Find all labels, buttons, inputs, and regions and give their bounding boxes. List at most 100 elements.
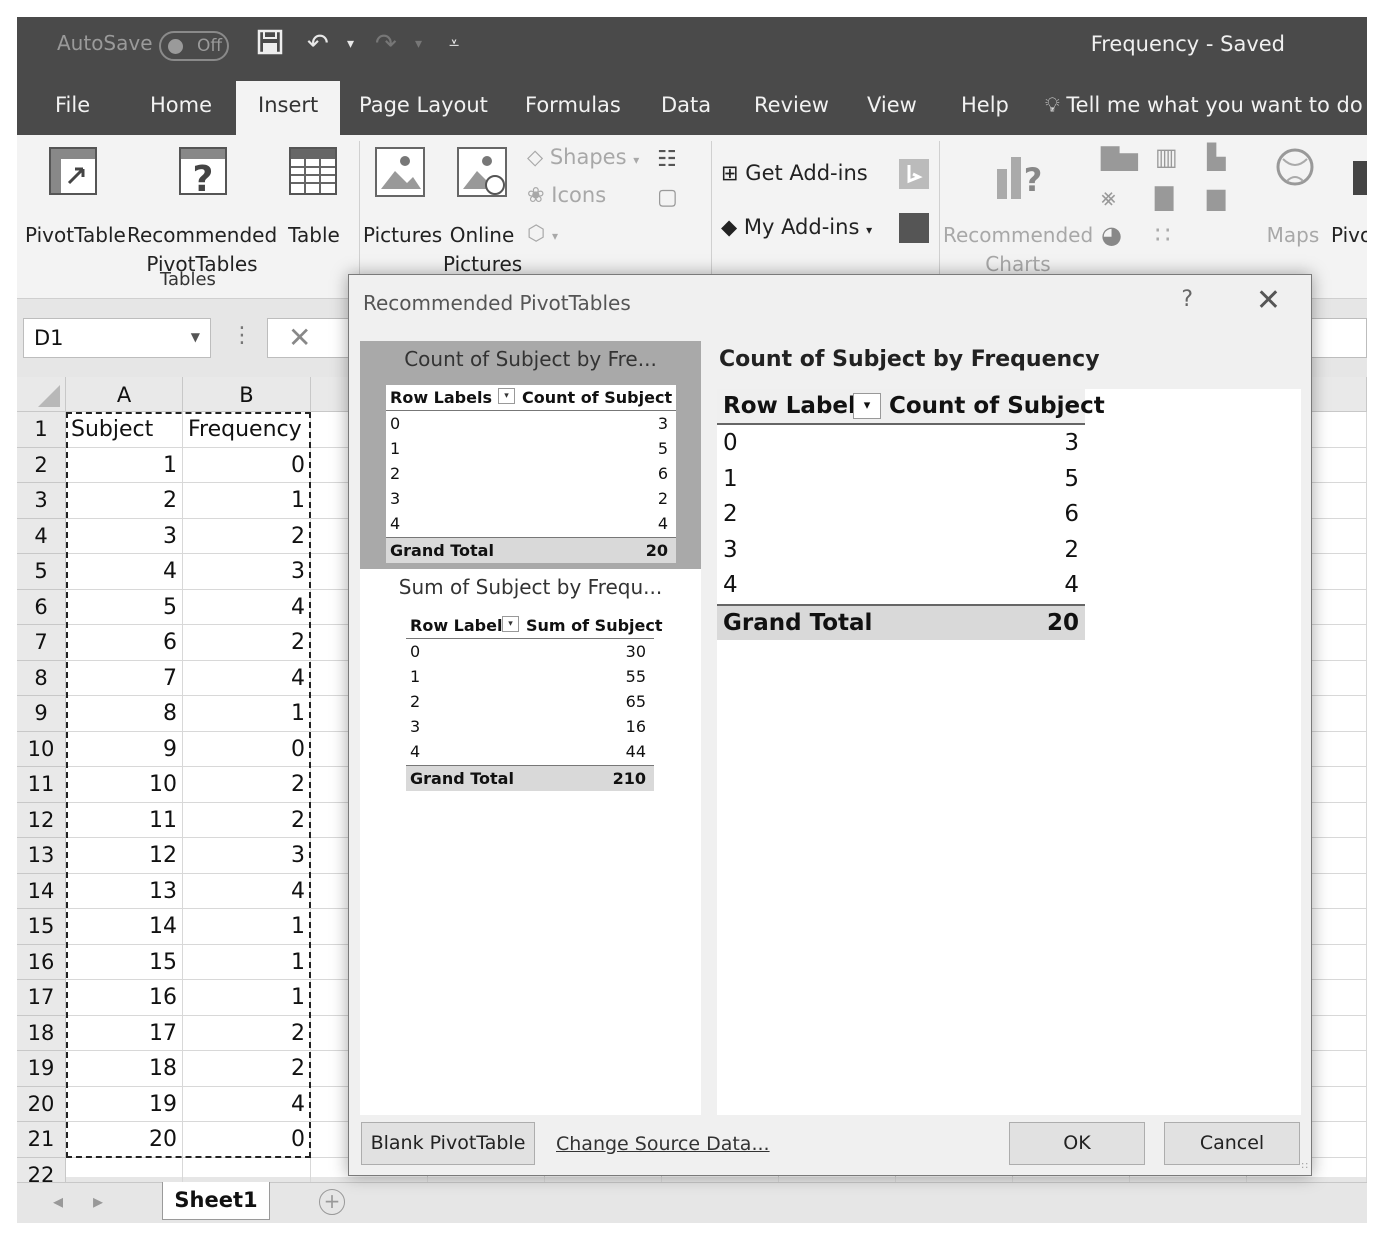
autosave-toggle[interactable]: Off xyxy=(159,31,229,61)
row-header[interactable]: 6 xyxy=(17,589,66,625)
cell[interactable]: 0 xyxy=(183,1122,311,1158)
chevron-down-icon[interactable]: ▼ xyxy=(191,330,200,344)
cell[interactable]: 2 xyxy=(66,483,183,519)
bing-maps-icon[interactable] xyxy=(899,159,929,189)
undo-dropdown-icon[interactable]: ▾ xyxy=(347,29,354,59)
sheet-tab-sheet1[interactable]: Sheet1 xyxy=(162,1182,270,1220)
cell[interactable]: 4 xyxy=(183,589,311,625)
column-header-a[interactable]: A xyxy=(66,377,183,412)
cell[interactable]: 2 xyxy=(183,802,311,838)
table-button[interactable]: Table xyxy=(285,221,343,250)
cell[interactable]: 2 xyxy=(183,1015,311,1051)
cell[interactable]: 1 xyxy=(183,944,311,980)
row-header[interactable]: 19 xyxy=(17,1051,66,1087)
tab-review[interactable]: Review xyxy=(754,93,829,117)
shapes-button[interactable]: ◇ Shapes ▾ xyxy=(527,145,639,169)
row-header[interactable]: 16 xyxy=(17,944,66,980)
row-header[interactable]: 2 xyxy=(17,447,66,483)
pivotchart-button[interactable]: Pivo xyxy=(1331,221,1367,250)
change-source-data-link[interactable]: Change Source Data... xyxy=(556,1133,770,1155)
pivottable-button[interactable]: PivotTable xyxy=(25,221,126,250)
cell[interactable]: 16 xyxy=(66,980,183,1016)
cell[interactable]: 0 xyxy=(183,731,311,767)
close-icon[interactable]: ✕ xyxy=(1256,283,1281,318)
tab-insert[interactable]: Insert xyxy=(236,81,341,137)
cell[interactable]: 6 xyxy=(66,625,183,661)
blank-pivottable-button[interactable]: Blank PivotTable xyxy=(361,1122,535,1165)
filter-dropdown-icon[interactable]: ▾ xyxy=(853,393,881,419)
column-chart-icon[interactable]: ▇▅ xyxy=(1101,143,1138,171)
column-header-b[interactable]: B xyxy=(183,377,311,412)
cell[interactable]: 4 xyxy=(183,660,311,696)
online-pictures-button[interactable]: Online Pictures xyxy=(443,221,522,279)
cell[interactable]: 7 xyxy=(66,660,183,696)
pivot-option-sum[interactable]: Sum of Subject by Frequ... Row Labels ▾ Su… xyxy=(360,569,701,809)
cell[interactable]: 1 xyxy=(183,696,311,732)
cancel-button[interactable]: Cancel xyxy=(1164,1122,1300,1165)
redo-icon[interactable]: ↷ xyxy=(375,29,397,59)
cell[interactable]: 10 xyxy=(66,767,183,803)
cell[interactable]: 20 xyxy=(66,1122,183,1158)
people-graph-icon[interactable] xyxy=(899,213,929,243)
recommended-charts-button[interactable]: Recommended Charts xyxy=(943,221,1093,279)
tab-data[interactable]: Data xyxy=(661,93,711,117)
tab-formulas[interactable]: Formulas xyxy=(525,93,621,117)
row-header[interactable]: 8 xyxy=(17,660,66,696)
row-header[interactable]: 7 xyxy=(17,625,66,661)
save-icon[interactable] xyxy=(257,29,283,62)
scroll-left-icon[interactable]: ◂ xyxy=(53,1189,63,1213)
cell[interactable]: 3 xyxy=(66,518,183,554)
scroll-right-icon[interactable]: ▸ xyxy=(93,1189,103,1213)
cell[interactable]: 12 xyxy=(66,838,183,874)
help-icon[interactable]: ? xyxy=(1181,287,1193,312)
cell[interactable]: 4 xyxy=(66,554,183,590)
combo-chart-icon[interactable]: ▆ xyxy=(1207,183,1225,211)
waterfall-chart-icon[interactable]: ▙ xyxy=(1207,143,1225,171)
cell[interactable]: 14 xyxy=(66,909,183,945)
icons-button[interactable]: ❀ Icons xyxy=(527,183,606,207)
maps-button[interactable]: Maps xyxy=(1263,221,1323,250)
statistic-chart-icon[interactable]: ▇ xyxy=(1155,183,1173,211)
cell[interactable]: 3 xyxy=(183,554,311,590)
my-addins-button[interactable]: ◆ My Add-ins ▾ xyxy=(721,215,872,239)
cell[interactable]: 4 xyxy=(183,873,311,909)
tab-home[interactable]: Home xyxy=(150,93,212,117)
cancel-entry-icon[interactable]: ✕ xyxy=(288,321,311,354)
line-chart-icon[interactable]: ⨳ xyxy=(1101,183,1116,211)
cell[interactable]: 4 xyxy=(183,1086,311,1122)
ok-button[interactable]: OK xyxy=(1009,1122,1145,1165)
cell[interactable]: 17 xyxy=(66,1015,183,1051)
row-header[interactable]: 20 xyxy=(17,1086,66,1122)
redo-dropdown-icon[interactable]: ▾ xyxy=(415,29,422,59)
screenshot-icon[interactable]: ▢ xyxy=(657,185,678,210)
cell[interactable]: 1 xyxy=(183,483,311,519)
cell[interactable]: 2 xyxy=(183,1051,311,1087)
row-header[interactable]: 12 xyxy=(17,802,66,838)
name-box[interactable]: D1 ▼ xyxy=(23,318,211,358)
row-header[interactable]: 3 xyxy=(17,483,66,519)
pictures-button[interactable]: Pictures xyxy=(363,221,442,250)
row-header[interactable]: 4 xyxy=(17,518,66,554)
cell[interactable]: 19 xyxy=(66,1086,183,1122)
cell[interactable]: 3 xyxy=(183,838,311,874)
tab-help[interactable]: Help xyxy=(961,93,1009,117)
tab-page-layout[interactable]: Page Layout xyxy=(359,93,488,117)
cell[interactable]: 1 xyxy=(66,447,183,483)
pivot-options-list[interactable]: Count of Subject by Fre... Row Labels ▾ Co… xyxy=(360,341,701,1115)
cell[interactable]: 8 xyxy=(66,696,183,732)
cell[interactable]: 15 xyxy=(66,944,183,980)
cell[interactable]: 2 xyxy=(183,625,311,661)
cell[interactable]: Frequency xyxy=(183,412,311,448)
row-header[interactable]: 14 xyxy=(17,873,66,909)
get-addins-button[interactable]: ⊞ Get Add-ins xyxy=(721,161,868,185)
cell[interactable]: 0 xyxy=(183,447,311,483)
cell[interactable]: 2 xyxy=(183,767,311,803)
cell[interactable]: 9 xyxy=(66,731,183,767)
row-header[interactable]: 15 xyxy=(17,909,66,945)
new-sheet-icon[interactable]: + xyxy=(319,1189,345,1215)
row-header[interactable]: 17 xyxy=(17,980,66,1016)
cell[interactable]: Subject xyxy=(66,412,183,448)
customize-qat-icon[interactable]: ⩡ xyxy=(449,29,459,59)
cell[interactable]: 11 xyxy=(66,802,183,838)
pivot-option-count[interactable]: Count of Subject by Fre... Row Labels ▾ Co… xyxy=(360,341,701,569)
